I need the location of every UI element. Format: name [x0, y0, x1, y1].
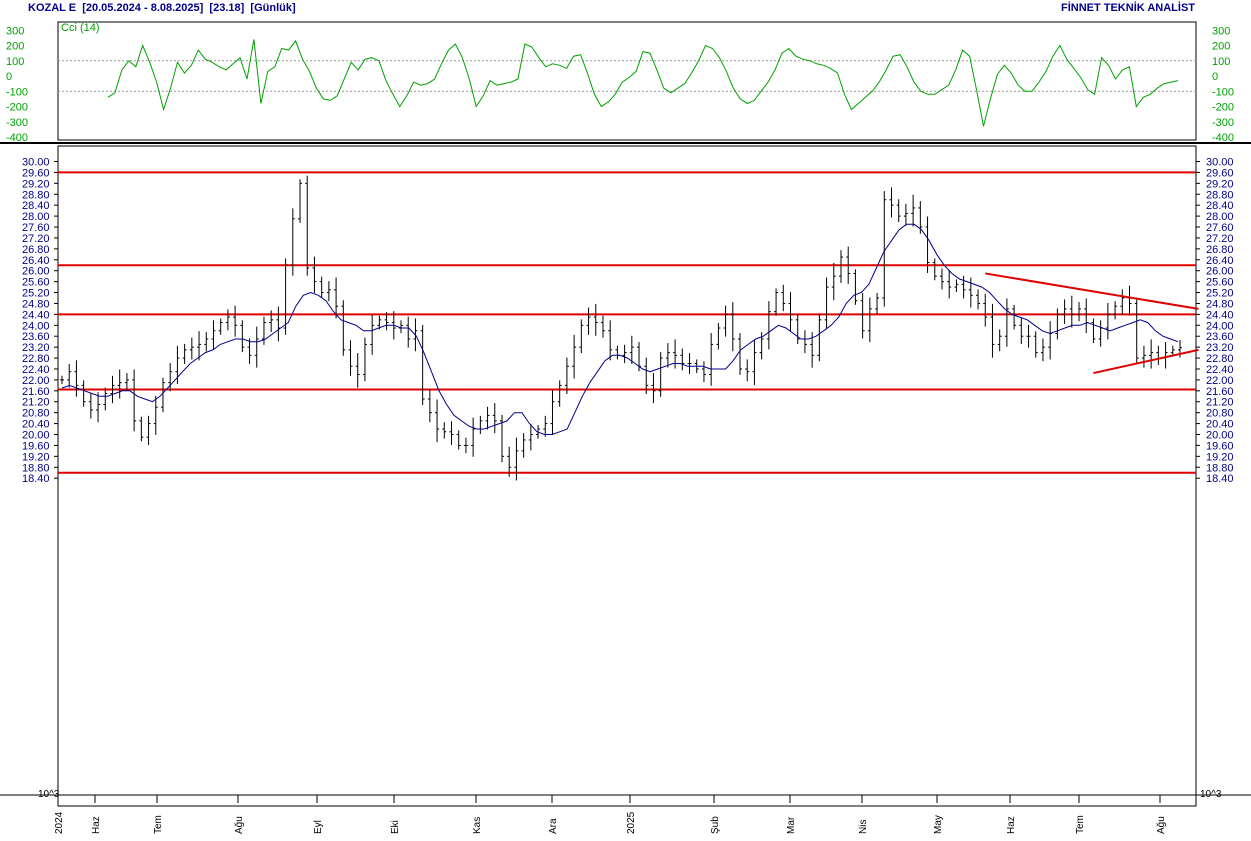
scale-note-left: 10^3 — [38, 789, 60, 800]
xaxis-tick-label: Tem — [153, 815, 164, 834]
cci-tick-left: 200 — [6, 41, 24, 53]
xaxis-tick-label: Haz — [1006, 816, 1017, 834]
xaxis-tick-label: Ağu — [1156, 816, 1167, 834]
trendline — [985, 272, 1199, 310]
cci-tick-left: 0 — [6, 71, 12, 83]
support-resistance-lines — [58, 171, 1196, 474]
xaxis-tick-label: May — [933, 815, 944, 834]
xaxis-tick-label: Eyl — [313, 820, 324, 834]
cci-tick-right: 300 — [1212, 25, 1230, 37]
cci-tick-left: -300 — [6, 117, 28, 129]
scale-note-right: 10^3 — [1200, 789, 1222, 800]
cci-tick-left: -400 — [6, 132, 28, 144]
xaxis-tick-label: Şub — [710, 816, 721, 834]
price-axis-ticks: 30.00 30.0029.60 29.6029.20 29.2028.80 28.80… — [22, 157, 1234, 486]
trendlines — [985, 272, 1199, 375]
cci-reference-lines — [58, 60, 1196, 92]
xaxis-tick-label: Mar — [786, 816, 797, 834]
cci-tick-right: 100 — [1212, 56, 1230, 68]
cci-tick-left: 100 — [6, 56, 24, 68]
price-panel-frame — [57, 145, 1197, 807]
x-axis: 2024 Haz Tem Ağu Eyl Eki Kas Ara 2025 Şub Mar Nis Ma… — [54, 795, 1167, 834]
xaxis-tick-label: Ara — [548, 818, 559, 834]
xaxis-tick-label: Kas — [472, 817, 483, 834]
moving-average-line — [61, 223, 1179, 435]
chart-canvas: 300 300 200 200 100 100 0 0 -100 -100 -200 -200 -300… — [0, 21, 1251, 834]
panel-frames — [0, 21, 1251, 807]
xaxis-tick-label: Eki — [390, 820, 401, 834]
cci-line — [107, 39, 1179, 127]
xaxis-tick-label: Ağu — [234, 816, 245, 834]
cci-tick-right: -200 — [1212, 102, 1234, 114]
cci-tick-right: 200 — [1212, 41, 1230, 53]
cci-tick-left: -100 — [6, 86, 28, 98]
moving-average-group — [61, 223, 1179, 435]
cci-tick-right: 0 — [1212, 71, 1218, 83]
xaxis-tick-label: Tem — [1075, 815, 1086, 834]
cci-tick-right: -400 — [1212, 132, 1234, 144]
cci-tick-right: -100 — [1212, 86, 1234, 98]
xaxis-tick-label: 2024 — [54, 811, 65, 834]
price-tick-right: 18.40 — [1206, 473, 1234, 485]
xaxis-tick-label: Nis — [858, 820, 869, 834]
xaxis-tick-label: Haz — [91, 816, 102, 834]
cci-panel-frame — [57, 21, 1197, 141]
cci-tick-left: -200 — [6, 102, 28, 114]
xaxis-tick-label: 2025 — [626, 811, 637, 834]
cci-tick-right: -300 — [1212, 117, 1234, 129]
cci-axis-ticks: 300 300 200 200 100 100 0 0 -100 -100 -200 -200 -300… — [6, 25, 1234, 144]
trendline — [1093, 348, 1199, 375]
cci-indicator-label: Cci (14) — [61, 22, 100, 34]
cci-line-group — [107, 39, 1179, 127]
cci-tick-left: 300 — [6, 25, 24, 37]
price-tick-left: 18.40 — [22, 473, 50, 485]
ohlc-bars — [60, 175, 1182, 481]
